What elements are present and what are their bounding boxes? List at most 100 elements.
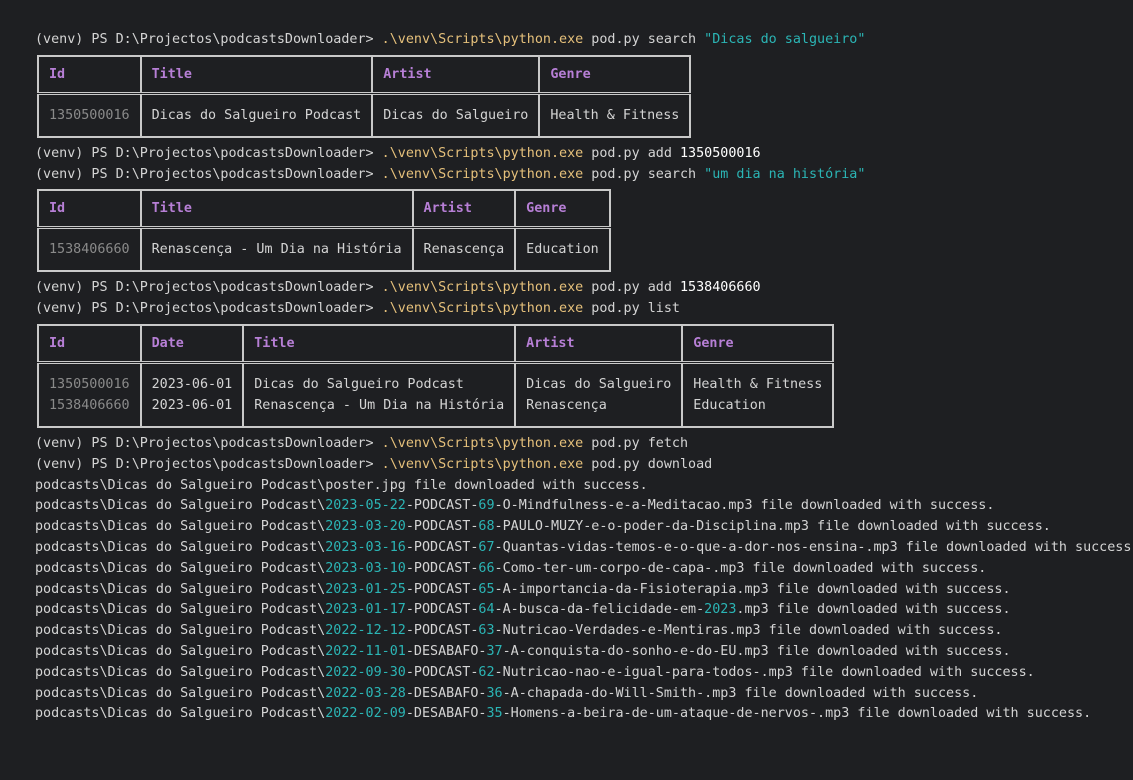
episode-kind: -PODCAST- bbox=[405, 539, 479, 555]
download-log: podcasts\Dicas do Salgueiro Podcast\2023… bbox=[35, 496, 1133, 725]
download-status: file downloaded with success. bbox=[744, 560, 987, 576]
download-status: file downloaded with success. bbox=[849, 706, 1092, 722]
cell-id: 1350500016 bbox=[37, 362, 142, 395]
terminal-output[interactable]: (venv) PS D:\Projectos\podcastsDownloade… bbox=[35, 30, 1133, 725]
column-header-genre: Genre bbox=[514, 190, 611, 230]
episode-name: -Nutricao-Verdades-e-Mentiras.mp3 bbox=[494, 623, 761, 639]
command-args: pod.py download bbox=[583, 456, 713, 472]
download-status: file downloaded with success. bbox=[897, 539, 1133, 555]
cell-artist: Dicas do Salgueiro bbox=[371, 93, 541, 137]
episode-name: -Nutricao-nao-e-igual-para-todos-.mp3 bbox=[494, 664, 793, 680]
download-path: podcasts\Dicas do Salgueiro Podcast\ bbox=[35, 581, 326, 597]
table-row: 1350500016 2023-06-01 Dicas do Salgueiro… bbox=[37, 362, 835, 395]
episode-date: 2023-03-16 bbox=[325, 539, 406, 555]
download-log-line: podcasts\Dicas do Salgueiro Podcast\2023… bbox=[35, 496, 1125, 517]
episode-date: 2023-01-25 bbox=[325, 581, 406, 597]
download-log-line: podcasts\Dicas do Salgueiro Podcast\2023… bbox=[35, 600, 1125, 621]
download-path: podcasts\Dicas do Salgueiro Podcast\ bbox=[35, 706, 326, 722]
cell-artist: Dicas do Salgueiro bbox=[514, 362, 684, 395]
cell-genre: Health & Fitness bbox=[681, 362, 835, 395]
cell-title: Dicas do Salgueiro Podcast bbox=[139, 93, 374, 137]
command-line: (venv) PS D:\Projectos\podcastsDownloade… bbox=[35, 455, 1125, 476]
episode-name: -O-Mindfulness-e-a-Meditacao.mp3 bbox=[494, 498, 753, 514]
podcast-list-table: Id Date Title Artist Genre 1350500016 20… bbox=[37, 323, 1125, 428]
prompt: (venv) PS D:\Projectos\podcastsDownloade… bbox=[35, 280, 382, 296]
command-line: (venv) PS D:\Projectos\podcastsDownloade… bbox=[35, 144, 1125, 165]
python-command: .\venv\Scripts\python.exe bbox=[381, 32, 584, 47]
cell-genre: Education bbox=[681, 394, 835, 427]
download-log-line: podcasts\Dicas do Salgueiro Podcast\post… bbox=[35, 477, 648, 493]
column-header-artist: Artist bbox=[371, 55, 541, 95]
cell-id: 1538406660 bbox=[37, 394, 142, 427]
python-command: .\venv\Scripts\python.exe bbox=[381, 145, 584, 161]
episode-kind: -PODCAST- bbox=[405, 519, 479, 535]
cell-id: 1350500016 bbox=[37, 93, 142, 137]
command-args: pod.py list bbox=[583, 301, 680, 317]
column-header-genre: Genre bbox=[538, 55, 692, 95]
download-log-line: podcasts\Dicas do Salgueiro Podcast\2023… bbox=[35, 538, 1133, 559]
episode-kind: -PODCAST- bbox=[405, 664, 479, 680]
episode-name: -A-busca-da-felicidade-em- bbox=[494, 602, 705, 618]
python-command: .\venv\Scripts\python.exe bbox=[381, 456, 584, 472]
episode-name: -Quantas-vidas-temos-e-o-que-a-dor-nos-e… bbox=[494, 539, 898, 555]
episode-name: -Como-ter-um-corpo-de-capa-.mp3 bbox=[494, 560, 745, 576]
prompt: (venv) PS D:\Projectos\podcastsDownloade… bbox=[35, 166, 382, 182]
column-header-id: Id bbox=[37, 190, 142, 230]
prompt: (venv) PS D:\Projectos\podcastsDownloade… bbox=[35, 456, 382, 472]
episode-date: 2022-03-28 bbox=[325, 685, 406, 701]
episode-name: -Homens-a-beira-de-um-ataque-de-nervos-.… bbox=[502, 706, 850, 722]
cell-artist: Renascença bbox=[514, 394, 684, 427]
episode-kind: -PODCAST- bbox=[405, 560, 479, 576]
episode-name: -PAULO-MUZY-e-o-poder-da-Disciplina.mp3 bbox=[494, 519, 809, 535]
episode-number: 37 bbox=[486, 643, 503, 659]
cell-title: Renascença - Um Dia na História bbox=[242, 394, 517, 427]
episode-number: 65 bbox=[478, 581, 495, 597]
download-log-line: podcasts\Dicas do Salgueiro Podcast\2022… bbox=[35, 621, 1125, 642]
download-path: podcasts\Dicas do Salgueiro Podcast\ bbox=[35, 664, 326, 680]
table-row: 1538406660 2023-06-01 Renascença - Um Di… bbox=[37, 394, 835, 427]
command-args: pod.py search bbox=[583, 32, 705, 47]
episode-name: -A-conquista-do-sonho-e-do-EU.mp3 bbox=[502, 643, 769, 659]
download-status: file downloaded with success. bbox=[760, 623, 1003, 639]
episode-number: 68 bbox=[478, 519, 495, 535]
episode-date: 2023-01-17 bbox=[325, 602, 406, 618]
column-header-date: Date bbox=[139, 324, 245, 364]
table-row: 1538406660 Renascença - Um Dia na Histór… bbox=[37, 227, 611, 272]
column-header-title: Title bbox=[242, 324, 517, 364]
download-status: file downloaded with success. bbox=[792, 664, 1035, 680]
download-log-line: podcasts\Dicas do Salgueiro Podcast\2022… bbox=[35, 684, 1125, 705]
column-header-artist: Artist bbox=[411, 190, 517, 230]
command-line: (venv) PS D:\Projectos\podcastsDownloade… bbox=[35, 165, 1125, 186]
podcast-id-arg: 1538406660 bbox=[679, 280, 761, 296]
search-query: "Dicas do salgueiro" bbox=[704, 32, 866, 47]
column-header-title: Title bbox=[139, 55, 374, 95]
cell-genre: Health & Fitness bbox=[538, 93, 692, 137]
episode-date: 2023-03-10 bbox=[325, 560, 406, 576]
episode-number: 35 bbox=[486, 706, 503, 722]
python-command: .\venv\Scripts\python.exe bbox=[381, 301, 584, 317]
episode-date: 2022-11-01 bbox=[325, 643, 406, 659]
download-path: podcasts\Dicas do Salgueiro Podcast\ bbox=[35, 643, 326, 659]
prompt: (venv) PS D:\Projectos\podcastsDownloade… bbox=[35, 435, 382, 451]
episode-date: 2022-02-09 bbox=[325, 706, 406, 722]
episode-kind: -PODCAST- bbox=[405, 581, 479, 597]
cell-genre: Education bbox=[514, 227, 611, 272]
episode-kind: -PODCAST- bbox=[405, 602, 479, 618]
download-log-line: podcasts\Dicas do Salgueiro Podcast\2023… bbox=[35, 580, 1125, 601]
cell-artist: Renascença bbox=[411, 227, 517, 272]
episode-kind: -PODCAST- bbox=[405, 498, 479, 514]
command-line: (venv) PS D:\Projectos\podcastsDownloade… bbox=[35, 30, 1125, 51]
episode-year: 2023 bbox=[704, 602, 737, 618]
table-row: 1350500016 Dicas do Salgueiro Podcast Di… bbox=[37, 93, 692, 137]
episode-date: 2023-03-20 bbox=[325, 519, 406, 535]
column-header-id: Id bbox=[37, 324, 142, 364]
episode-name: -A-importancia-da-Fisioterapia.mp3 bbox=[494, 581, 769, 597]
download-path: podcasts\Dicas do Salgueiro Podcast\ bbox=[35, 685, 326, 701]
search-query: "um dia na história" bbox=[704, 166, 866, 182]
search-results-table: Id Title Artist Genre 1350500016 Dicas d… bbox=[37, 54, 1125, 138]
episode-name: -A-chapada-do-Will-Smith-.mp3 bbox=[502, 685, 737, 701]
column-header-title: Title bbox=[139, 190, 414, 230]
download-path: podcasts\Dicas do Salgueiro Podcast\ bbox=[35, 602, 326, 618]
cell-title: Dicas do Salgueiro Podcast bbox=[242, 362, 517, 395]
cell-id: 1538406660 bbox=[37, 227, 142, 272]
